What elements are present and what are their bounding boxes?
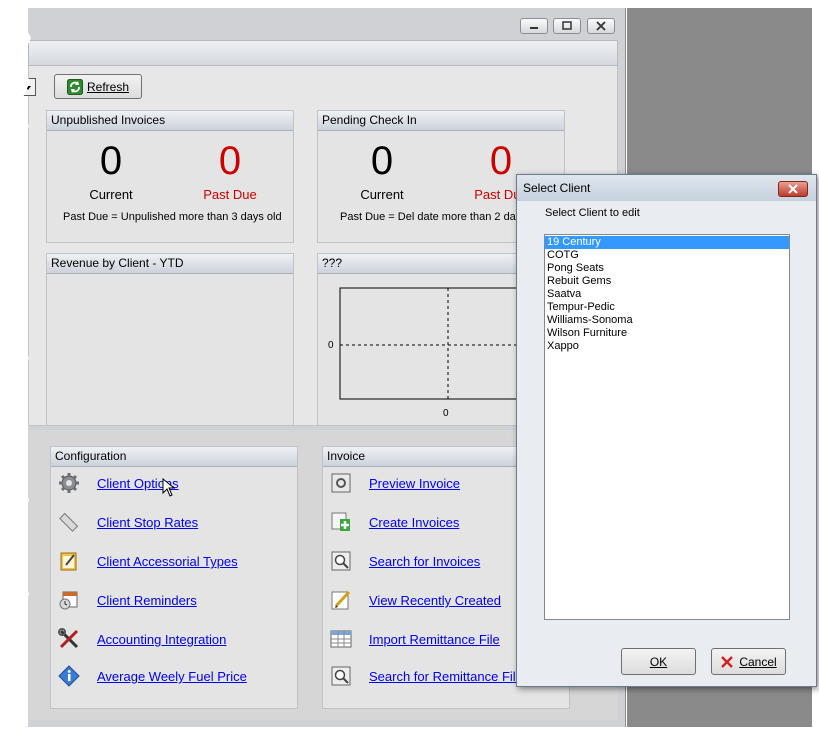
dialog-title: Select Client [523,181,591,195]
close-icon [788,184,798,194]
preview-invoice-link[interactable]: Preview Invoice [369,476,460,491]
accounting-integration-link[interactable]: Accounting Integration [97,632,226,647]
list-item[interactable]: Williams-Sonoma [545,314,789,327]
list-item[interactable]: Wilson Furniture [545,327,789,340]
refresh-label: Refresh [86,79,130,94]
dashboard-header [28,40,618,66]
client-reminders-link[interactable]: Client Reminders [97,593,197,608]
pencil-doc-icon [331,590,351,610]
list-item[interactable]: COTG [545,249,789,262]
search-for-remittance-file-link[interactable]: Search for Remittance File [369,669,523,684]
list-item[interactable]: Saatva [545,288,789,301]
create-invoices-link[interactable]: Create Invoices [369,515,459,530]
restore-icon [562,21,572,30]
cancel-x-icon [721,655,734,668]
list-item[interactable]: Xappo [545,340,789,353]
preview-icon [331,473,351,493]
minimize-button[interactable] [520,18,548,34]
maximize-button[interactable] [553,18,581,34]
unpublished-note: Past Due = Unpulished more than 3 days o… [63,211,282,223]
view-recently-created-link[interactable]: View Recently Created [369,593,501,608]
refresh-button[interactable]: Refresh [54,74,142,99]
unpublished-pastdue-value: 0 [218,139,242,183]
y-tick-label: 0 [328,340,334,351]
tools-icon [58,628,79,649]
average-weekly-fuel-price-link[interactable]: Average Weely Fuel Price [97,669,247,684]
panel-title: Configuration [51,447,297,467]
search-doc-icon [331,551,351,571]
unpublished-current-value: 0 [99,139,123,183]
minimize-icon [530,27,538,29]
panel-title: Pending Check In [318,111,564,131]
pending-current-value: 0 [370,139,394,183]
pending-current-label: Current [360,187,404,202]
unpublished-pastdue-label: Past Due [203,187,257,202]
notepad-icon [60,552,77,571]
cancel-label: Cancel [739,654,777,669]
panel-title: Unpublished Invoices [47,111,293,131]
search-doc-icon [331,666,351,686]
mouse-cursor-icon [162,478,176,497]
panel-title: Revenue by Client - YTD [47,254,293,274]
client-stop-rates-link[interactable]: Client Stop Rates [97,515,198,530]
gear-icon [59,473,79,493]
torn-edge-decoration [0,0,31,735]
dialog-prompt: Select Client to edit [545,207,640,219]
ok-button[interactable]: OK [621,648,696,675]
list-item[interactable]: Pong Seats [545,262,789,275]
dialog-close-button[interactable] [778,181,808,197]
close-icon [596,21,606,31]
client-accessorial-types-link[interactable]: Client Accessorial Types [97,554,238,569]
ok-label: OK [649,654,668,669]
revenue-panel: Revenue by Client - YTD [46,253,294,426]
unpublished-current-label: Current [89,187,133,202]
pending-note: Past Due = Del date more than 2 days [340,211,527,223]
list-item[interactable]: Tempur-Pedic [545,301,789,314]
info-icon [58,665,80,687]
client-listbox[interactable]: 19 Century COTG Pong Seats Rebuit Gems S… [544,234,790,620]
cancel-button[interactable]: Cancel [711,648,786,675]
refresh-icon [66,78,83,95]
unpublished-invoices-panel: Unpublished Invoices 0 0 Current Past Du… [46,110,294,243]
ruler-icon [59,512,79,532]
add-icon [331,512,350,531]
calendar-icon [59,591,78,610]
spreadsheet-icon [330,630,352,648]
close-button[interactable] [587,18,615,34]
x-tick-label: 0 [443,408,449,419]
select-client-dialog: Select Client Select Client to edit 19 C… [516,174,817,687]
dialog-titlebar: Select Client [517,175,816,201]
search-for-invoices-link[interactable]: Search for Invoices [369,554,480,569]
import-remittance-file-link[interactable]: Import Remittance File [369,632,500,647]
list-item[interactable]: Rebuit Gems [545,275,789,288]
list-item[interactable]: 19 Century [545,236,789,249]
